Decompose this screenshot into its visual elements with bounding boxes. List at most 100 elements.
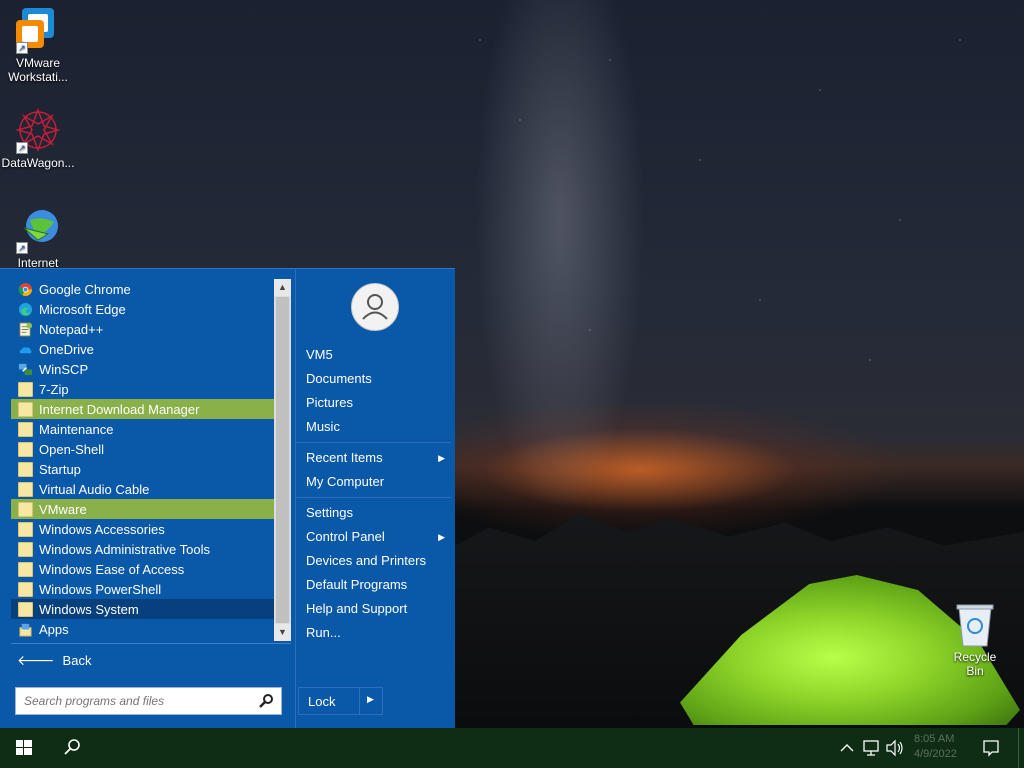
menu-item-recent-items[interactable]: Recent Items ▶ [306,448,451,468]
menu-item-default-programs[interactable]: Default Programs [306,575,451,595]
program-item-winscp[interactable]: WinSCP [11,359,274,379]
edge-icon [18,302,33,317]
desktop-icon-datawagon[interactable]: ↗ DataWagon... [0,106,76,170]
program-label: Windows Ease of Access [39,561,185,577]
menu-item-settings[interactable]: Settings [306,503,451,523]
program-label: Open-Shell [39,441,105,457]
search-icon[interactable] [258,693,274,709]
folder-icon [18,521,33,537]
menu-item-label: Recent Items [306,450,383,465]
program-label: Notepad++ [39,321,104,337]
program-item-google-chrome[interactable]: Google Chrome [11,279,274,299]
program-label: Apps [39,621,69,637]
network-tray-button[interactable] [860,728,882,768]
clock-time: 8:05 AM [914,733,955,745]
program-label: Windows System [39,601,139,617]
menu-item-label: Music [306,419,340,434]
program-item-open-shell[interactable]: Open-Shell [11,439,274,459]
datawagon-icon: ↗ [14,106,62,154]
menu-item-music[interactable]: Music [306,417,451,437]
desktop-icon-label: DataWagon... [1,156,75,170]
program-label: Internet Download Manager [39,401,200,417]
menu-item-devices-printers[interactable]: Devices and Printers [306,551,451,571]
onedrive-icon [18,342,33,357]
winscp-icon [18,362,33,377]
program-item-virtual-audio-cable[interactable]: Virtual Audio Cable [11,479,274,499]
menu-item-label: Help and Support [306,601,408,616]
notification-icon [983,740,999,757]
program-item-maintenance[interactable]: Maintenance [11,419,274,439]
search-box[interactable] [15,687,282,715]
search-icon [64,739,80,755]
volume-tray-button[interactable] [884,728,906,768]
program-list-scrollbar[interactable]: ▲ ▼ [274,279,291,641]
program-item-windows-administrative-tools[interactable]: Windows Administrative Tools [11,539,274,559]
programs-pane: Google Chrome Microsoft Edge Notepad++ O… [11,279,291,653]
menu-item-label: Control Panel [306,529,385,544]
taskbar-search-button[interactable] [48,728,96,768]
program-list: Google Chrome Microsoft Edge Notepad++ O… [11,279,274,641]
program-item-apps[interactable]: Apps [11,619,274,639]
scroll-thumb[interactable] [276,297,289,623]
program-label: Windows PowerShell [39,581,162,597]
lock-button[interactable]: Lock ▶ [298,687,383,715]
menu-item-label: VM5 [306,347,333,362]
clock-date: 4/9/2022 [914,748,957,760]
menu-item-help-support[interactable]: Help and Support [306,599,451,619]
program-item-startup[interactable]: Startup [11,459,274,479]
menu-item-run[interactable]: Run... [306,623,451,643]
right-pane: VM5 Documents Pictures Music Recent Item… [295,269,455,729]
internet-download-manager-icon: ↗ [14,206,62,254]
show-desktop-button[interactable] [1018,728,1019,768]
submenu-arrow-icon: ▶ [438,532,445,542]
scroll-down-button[interactable]: ▼ [274,624,291,641]
menu-item-documents[interactable]: Documents [306,369,451,389]
desktop-icon-label: VMware Workstati... [8,56,68,84]
menu-item-pictures[interactable]: Pictures [306,393,451,413]
program-item-notepad-plus-plus[interactable]: Notepad++ [11,319,274,339]
menu-item-label: Documents [306,371,372,386]
program-item-windows-accessories[interactable]: Windows Accessories [11,519,274,539]
menu-item-control-panel[interactable]: Control Panel ▶ [306,527,451,547]
divider [11,643,291,644]
program-item-windows-system[interactable]: Windows System [11,599,274,619]
user-avatar[interactable] [351,283,399,331]
lock-options-arrow-icon[interactable]: ▶ [367,694,374,705]
program-label: Google Chrome [39,281,131,297]
volume-icon [886,739,903,757]
desktop-icon-internet[interactable]: ↗ Internet [0,206,76,270]
program-item-windows-powershell[interactable]: Windows PowerShell [11,579,274,599]
chrome-icon [18,282,33,297]
clock[interactable]: 8:05 AM 4/9/2022 [914,732,957,762]
menu-item-my-computer[interactable]: My Computer [306,472,451,492]
folder-icon [18,381,33,397]
program-item-windows-ease-of-access[interactable]: Windows Ease of Access [11,559,274,579]
folder-icon [18,501,33,517]
desktop-icon-recycle-bin[interactable]: Recycle Bin [944,602,1006,678]
program-item-microsoft-edge[interactable]: Microsoft Edge [11,299,274,319]
program-label: Startup [39,461,81,477]
menu-item-label: My Computer [306,474,385,489]
program-item-internet-download-manager[interactable]: Internet Download Manager [11,399,274,419]
menu-item-label: Pictures [306,395,353,410]
program-label: Maintenance [39,421,114,437]
menu-item-user[interactable]: VM5 [306,345,451,365]
program-label: OneDrive [39,341,94,357]
separator [296,497,451,498]
desktop-icon-label: Recycle Bin [953,650,997,678]
program-item-vmware[interactable]: VMware [11,499,274,519]
show-hidden-icons-button[interactable] [838,728,856,768]
search-input[interactable] [16,688,246,714]
desktop-icon-vmware[interactable]: ↗ VMware Workstati... [0,6,76,84]
start-button[interactable] [0,728,48,768]
scroll-up-button[interactable]: ▲ [274,279,291,296]
program-item-onedrive[interactable]: OneDrive [11,339,274,359]
back-button[interactable]: 🡐 Back [17,652,91,669]
notifications-button[interactable] [976,728,1006,768]
menu-item-label: Default Programs [306,577,408,592]
lock-label: Lock [308,694,336,709]
program-label: Virtual Audio Cable [39,481,150,497]
program-item-7-zip[interactable]: 7-Zip [11,379,274,399]
folder-icon [18,441,33,457]
vmware-icon: ↗ [14,6,62,54]
